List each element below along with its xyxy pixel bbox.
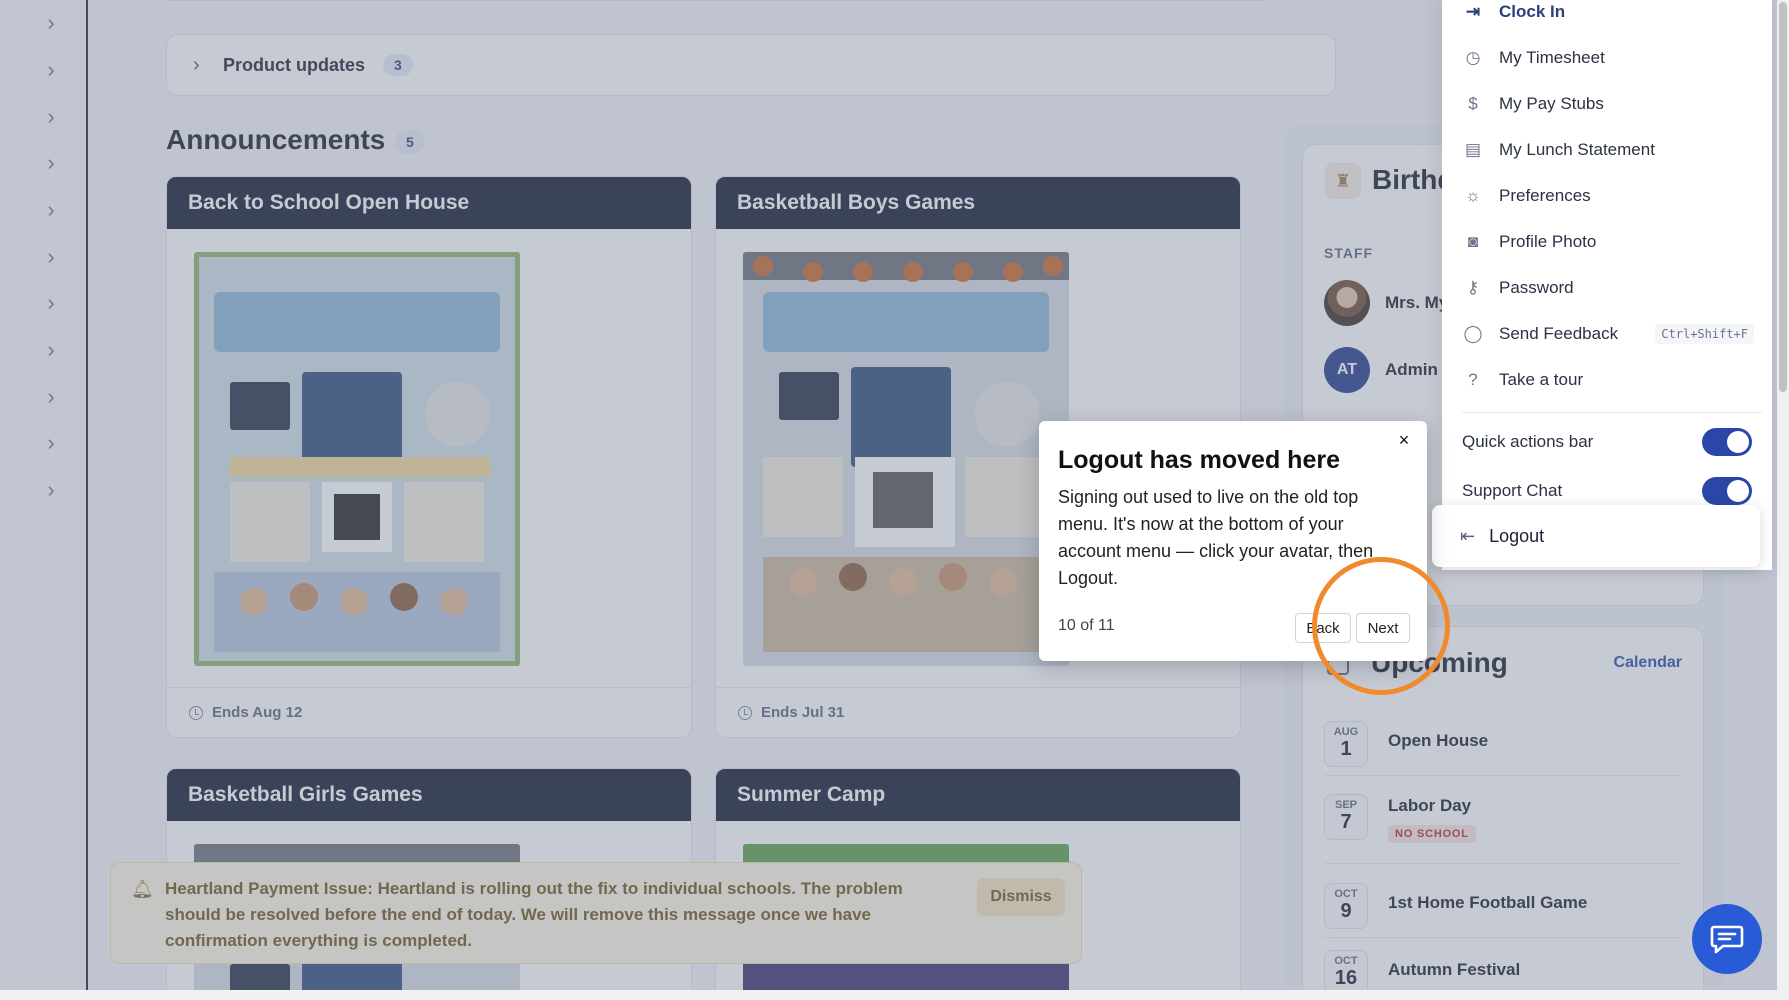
close-icon[interactable]: × — [1394, 430, 1414, 450]
account-menu: ⇥ Clock In ◷ My Timesheet $ My Pay Stubs… — [1442, 0, 1772, 570]
menu-item-timesheet[interactable]: ◷ My Timesheet — [1462, 41, 1762, 75]
key-icon: ⚷ — [1466, 278, 1480, 297]
chat-bubble-icon — [1710, 925, 1744, 954]
support-chat-button[interactable] — [1692, 904, 1762, 974]
menu-item-label: Send Feedback — [1499, 324, 1619, 343]
menu-item-label: Password — [1499, 278, 1574, 297]
toggle-label: Quick actions bar — [1462, 432, 1594, 451]
clock-icon: ◷ — [1465, 48, 1481, 67]
menu-item-label: Logout — [1489, 525, 1545, 546]
tour-title: Logout has moved here — [1058, 446, 1340, 474]
menu-item-send-feedback[interactable]: ◯ Send Feedback Ctrl+Shift+F — [1462, 317, 1762, 351]
tour-progress: 10 of 11 — [1058, 617, 1115, 634]
menu-item-label: Take a tour — [1499, 370, 1584, 389]
menu-item-take-tour[interactable]: ? Take a tour — [1462, 363, 1762, 397]
speech-bubble-icon: ◯ — [1463, 324, 1483, 343]
menu-divider — [1462, 412, 1762, 413]
menu-item-label: My Pay Stubs — [1499, 94, 1604, 113]
menu-item-pay-stubs[interactable]: $ My Pay Stubs — [1462, 87, 1762, 121]
menu-item-logout[interactable]: ⇤ Logout — [1432, 505, 1760, 567]
sun-icon: ☼ — [1465, 186, 1481, 205]
menu-item-clock-in[interactable]: ⇥ Clock In — [1462, 0, 1762, 29]
menu-item-profile-photo[interactable]: ◙ Profile Photo — [1462, 225, 1762, 259]
sign-out-icon: ⇤ — [1460, 525, 1476, 546]
scrollbar-thumb[interactable] — [1779, 2, 1787, 392]
support-chat-toggle-row[interactable]: Support Chat — [1462, 474, 1752, 508]
menu-item-label: Profile Photo — [1499, 232, 1597, 251]
camera-icon: ◙ — [1467, 232, 1479, 251]
support-chat-toggle[interactable] — [1702, 477, 1752, 505]
vertical-scrollbar[interactable] — [1777, 0, 1789, 1000]
menu-item-lunch-statement[interactable]: ▤ My Lunch Statement — [1462, 133, 1762, 167]
menu-item-label: My Timesheet — [1499, 48, 1605, 67]
menu-item-label: Preferences — [1499, 186, 1591, 205]
menu-item-label: My Lunch Statement — [1499, 140, 1655, 159]
menu-item-preferences[interactable]: ☼ Preferences — [1462, 179, 1762, 213]
sign-in-icon: ⇥ — [1465, 2, 1481, 21]
keyboard-shortcut: Ctrl+Shift+F — [1655, 324, 1754, 344]
receipt-icon: ▤ — [1464, 140, 1482, 159]
tour-highlight-ring — [1312, 557, 1450, 695]
menu-item-label: Clock In — [1499, 2, 1566, 21]
quick-actions-toggle[interactable] — [1702, 428, 1752, 456]
menu-item-password[interactable]: ⚷ Password — [1462, 271, 1762, 305]
toggle-label: Support Chat — [1462, 481, 1563, 500]
help-icon: ? — [1468, 370, 1478, 389]
horizontal-scrollbar[interactable] — [0, 990, 1789, 1000]
dollar-icon: $ — [1468, 94, 1478, 113]
quick-actions-toggle-row[interactable]: Quick actions bar — [1462, 425, 1752, 459]
